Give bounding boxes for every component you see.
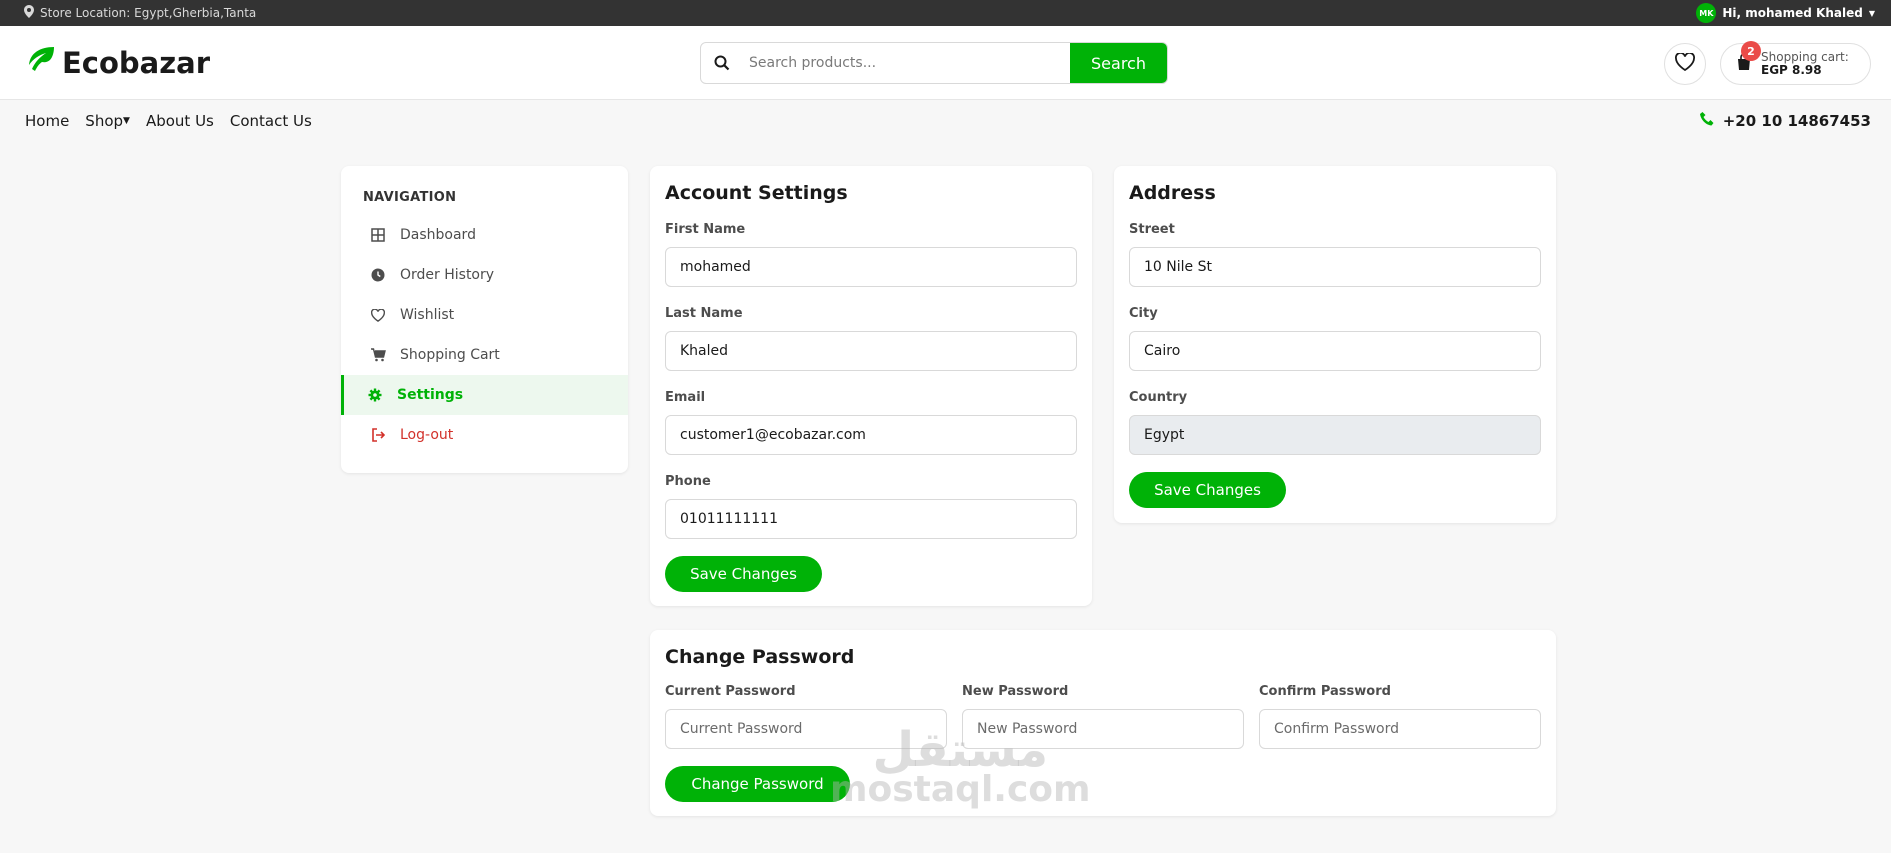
search-icon (701, 43, 743, 83)
grid-icon (370, 227, 386, 243)
phone-group: Phone 01011111111 (665, 474, 1077, 539)
city-group: City Cairo (1129, 306, 1541, 371)
store-location: Store Location: Egypt,Gherbia,Tanta (24, 5, 256, 21)
first-name-group: First Name mohamed (665, 222, 1077, 287)
nav-shop-label: Shop (85, 112, 124, 130)
nav-contact[interactable]: Contact Us (230, 112, 312, 130)
address-card: Address Street 10 Nile St City Cairo Cou… (1114, 166, 1556, 523)
sidebar-item-order-history[interactable]: Order History (341, 255, 628, 295)
sidebar-item-label: Order History (400, 267, 495, 283)
confirm-password-group: Confirm Password Confirm Password (1259, 684, 1541, 749)
account-sidebar: NAVIGATION Dashboard Order History Wishl… (341, 166, 628, 473)
phone-field[interactable]: 01011111111 (665, 499, 1077, 539)
new-password-input[interactable]: New Password (962, 709, 1244, 749)
street-field[interactable]: 10 Nile St (1129, 247, 1541, 287)
main-nav: Home Shop▼ About Us Contact Us +20 10 14… (0, 100, 1891, 142)
sidebar-item-label: Log-out (400, 427, 454, 443)
clock-icon (370, 267, 386, 283)
sidebar-item-label: Shopping Cart (400, 347, 500, 363)
address-save-button[interactable]: Save Changes (1129, 472, 1286, 508)
city-label: City (1129, 306, 1158, 321)
street-label: Street (1129, 222, 1175, 237)
account-save-button[interactable]: Save Changes (665, 556, 822, 592)
address-title: Address (1129, 182, 1216, 204)
country-group: Country Egypt (1129, 390, 1541, 455)
confirm-password-input[interactable]: Confirm Password (1259, 709, 1541, 749)
search-button[interactable]: Search (1070, 43, 1167, 83)
search-input[interactable] (743, 43, 1070, 83)
heart-icon (1675, 52, 1695, 75)
phone-number: +20 10 14867453 (1722, 112, 1871, 130)
last-name-group: Last Name Khaled (665, 306, 1077, 371)
confirm-password-label: Confirm Password (1259, 684, 1391, 699)
cart-amount: EGP 8.98 (1761, 63, 1822, 77)
phone-label: Phone (665, 474, 711, 489)
store-location-text: Store Location: Egypt,Gherbia,Tanta (40, 6, 257, 20)
cart-summary: Shopping cart: EGP 8.98 (1761, 51, 1849, 77)
account-settings-title: Account Settings (665, 182, 848, 204)
change-password-title: Change Password (665, 646, 855, 668)
change-password-button[interactable]: Change Password (665, 766, 850, 802)
account-settings-card: Account Settings First Name mohamed Last… (650, 166, 1092, 606)
sidebar-item-label: Wishlist (400, 307, 455, 323)
phone-link[interactable]: +20 10 14867453 (1699, 111, 1871, 131)
last-name-field[interactable]: Khaled (665, 331, 1077, 371)
first-name-label: First Name (665, 222, 746, 237)
leaf-icon (24, 45, 56, 80)
change-password-card: Change Password Current Password Current… (650, 630, 1556, 816)
avatar: MK (1696, 3, 1717, 23)
cart-count-badge: 2 (1741, 41, 1761, 61)
current-password-input[interactable]: Current Password (665, 709, 947, 749)
top-bar: Store Location: Egypt,Gherbia,Tanta MK H… (0, 0, 1891, 26)
email-field[interactable]: customer1@ecobazar.com (665, 415, 1077, 455)
first-name-field[interactable]: mohamed (665, 247, 1077, 287)
city-field[interactable]: Cairo (1129, 331, 1541, 371)
cart-button[interactable]: 2 Shopping cart: EGP 8.98 (1720, 41, 1871, 85)
gear-icon (367, 387, 383, 403)
sidebar-item-logout[interactable]: Log-out (341, 415, 628, 455)
sidebar-item-wishlist[interactable]: Wishlist (341, 295, 628, 335)
new-password-label: New Password (962, 684, 1069, 699)
cart-icon (370, 347, 386, 363)
sidebar-item-label: Settings (397, 387, 464, 403)
current-password-group: Current Password Current Password (665, 684, 947, 749)
current-password-label: Current Password (665, 684, 796, 699)
last-name-label: Last Name (665, 306, 743, 321)
caret-down-icon: ▼ (123, 116, 130, 126)
heart-icon (370, 307, 386, 323)
sidebar-item-dashboard[interactable]: Dashboard (341, 215, 628, 255)
search-bar: Search (700, 42, 1168, 84)
header: Ecobazar Search 2 Shopping cart: EGP 8.9… (0, 26, 1891, 100)
sidebar-title: NAVIGATION (363, 190, 457, 205)
user-menu[interactable]: MK Hi, mohamed Khaled ▼ (1696, 3, 1875, 23)
country-field: Egypt (1129, 415, 1541, 455)
nav-about[interactable]: About Us (146, 112, 214, 130)
new-password-group: New Password New Password (962, 684, 1244, 749)
nav-home[interactable]: Home (25, 112, 69, 130)
email-label: Email (665, 390, 706, 405)
email-group: Email customer1@ecobazar.com (665, 390, 1077, 455)
chevron-down-icon: ▼ (1868, 8, 1875, 18)
wishlist-button[interactable] (1664, 43, 1706, 85)
brand-logo[interactable]: Ecobazar (24, 45, 210, 80)
sidebar-item-settings[interactable]: Settings (341, 375, 628, 415)
phone-icon (1699, 111, 1715, 131)
sidebar-item-shopping-cart[interactable]: Shopping Cart (341, 335, 628, 375)
user-greeting: Hi, mohamed Khaled (1722, 6, 1863, 20)
nav-shop[interactable]: Shop▼ (85, 112, 130, 130)
map-pin-icon (24, 5, 34, 21)
sidebar-item-label: Dashboard (400, 227, 476, 243)
street-group: Street 10 Nile St (1129, 222, 1541, 287)
country-label: Country (1129, 390, 1188, 405)
logout-icon (370, 427, 386, 443)
brand-name: Ecobazar (62, 45, 211, 80)
